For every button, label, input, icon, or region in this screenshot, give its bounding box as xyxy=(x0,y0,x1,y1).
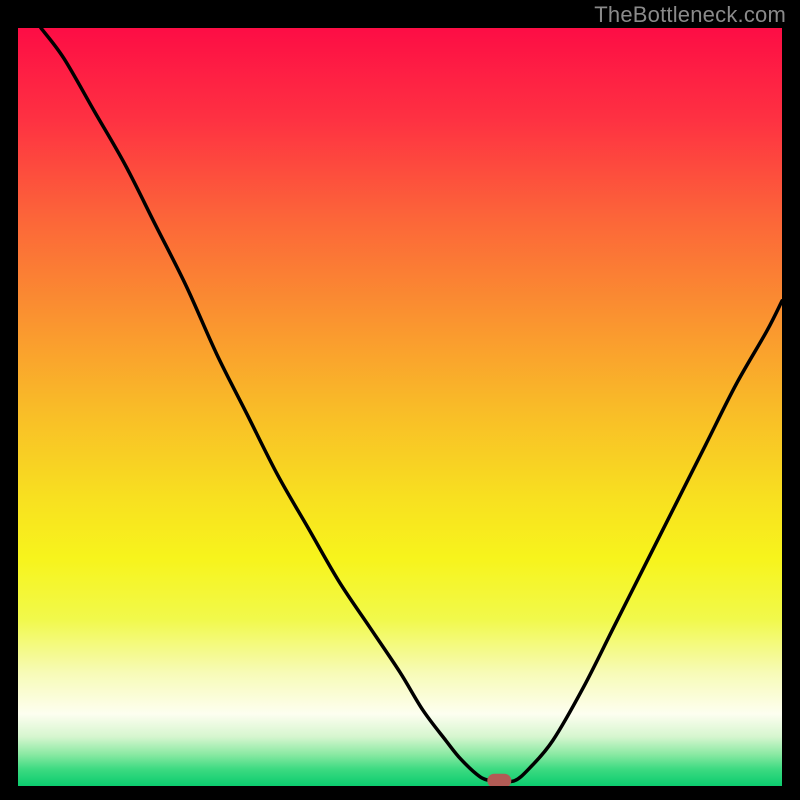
optimum-marker xyxy=(487,774,511,786)
bottleneck-chart xyxy=(18,28,782,786)
chart-frame: TheBottleneck.com xyxy=(0,0,800,800)
watermark-text: TheBottleneck.com xyxy=(594,2,786,28)
